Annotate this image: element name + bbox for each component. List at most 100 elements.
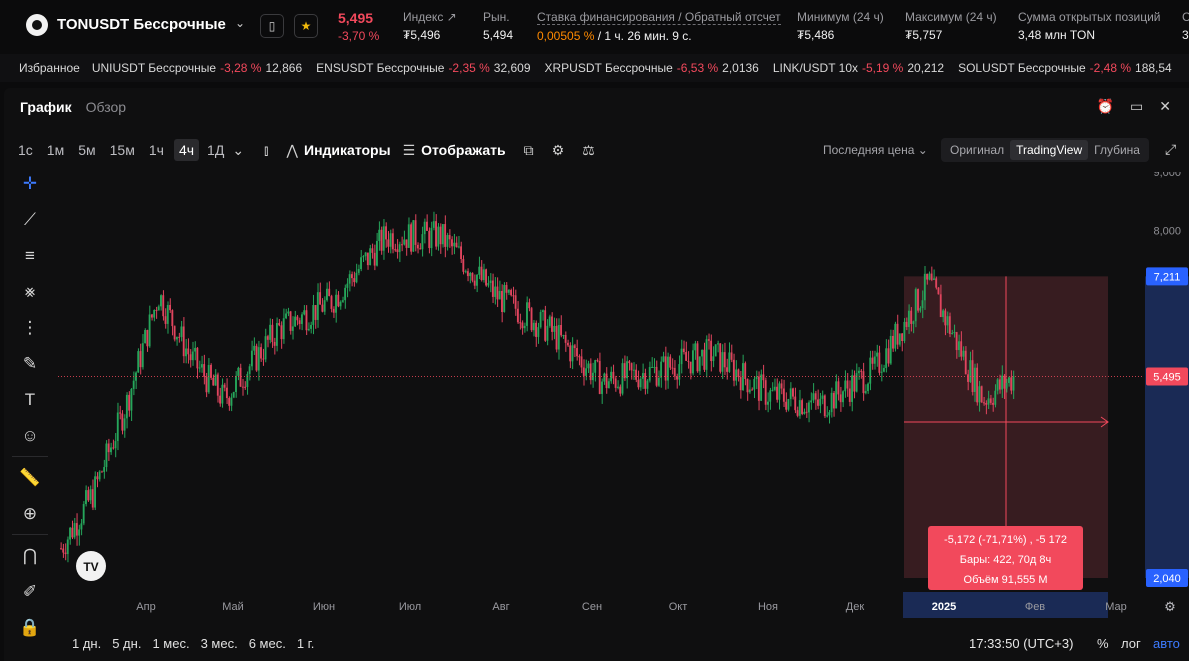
candle-body <box>382 226 385 251</box>
candle-body <box>712 356 715 362</box>
indicators-icon[interactable]: ⋀ <box>287 142 298 159</box>
candle-body <box>735 369 738 381</box>
display-button[interactable]: Отображать <box>421 142 505 158</box>
candle-body <box>521 322 524 329</box>
ticker-item[interactable]: UNIUSDT Бессрочные -3,28 % 12,866 <box>92 61 302 75</box>
candle-body <box>694 343 697 351</box>
last-price-selector[interactable]: Последняя цена ⌄ <box>823 143 928 157</box>
timeframe-option[interactable]: 15м <box>110 142 135 158</box>
timeframe-option[interactable]: 1с <box>18 142 33 158</box>
price-chart[interactable]: 9,0008,0007,0006,0005,0004,0003,0002,000… <box>58 172 1189 618</box>
timeframe-option[interactable]: 1м <box>47 142 64 158</box>
chevron-down-icon[interactable]: ⌄ <box>232 142 244 159</box>
view-original[interactable]: Оригинал <box>944 140 1010 160</box>
timezone-clock[interactable]: 17:33:50 (UTC+3) <box>969 636 1073 651</box>
forecast-icon[interactable]: ⋮ <box>18 316 42 340</box>
candle-body <box>769 390 772 402</box>
timeframe-option[interactable]: 1Д <box>207 142 224 158</box>
candle-body <box>357 269 360 273</box>
ticker-item[interactable]: LINK/USDT 10x -5,19 % 20,212 <box>773 61 944 75</box>
candle-body <box>555 325 558 350</box>
candle-body <box>160 295 162 307</box>
window-icon[interactable]: ▭ <box>1130 98 1143 115</box>
alert-add-icon[interactable]: ⏰ <box>1097 98 1114 115</box>
candle-body <box>962 350 965 357</box>
candle-body <box>478 266 481 275</box>
candle-body <box>312 305 315 325</box>
fullscreen-icon[interactable]: ⤢ <box>1165 141 1176 158</box>
favorites-label[interactable]: Избранное <box>19 61 80 75</box>
range-6m[interactable]: 6 мес. <box>249 636 286 651</box>
y-tick-label: 9,000 <box>1153 172 1181 179</box>
stat-funding[interactable]: Ставка финансирования / Обратный отсчет … <box>537 10 781 43</box>
ticker-item[interactable]: ENSUSDT Бессрочные -2,35 % 32,609 <box>316 61 530 75</box>
candle-body <box>903 321 906 342</box>
timeframe-option[interactable]: 1ч <box>149 142 164 158</box>
symbol-title[interactable]: TONUSDT Бессрочные <box>57 16 226 33</box>
ticker-item[interactable]: SOLUSDT Бессрочные -2,48 % 188,54 <box>958 61 1172 75</box>
tab-chart[interactable]: График <box>20 99 72 115</box>
candle-body <box>350 274 353 279</box>
draw-lock-icon[interactable]: ✐ <box>18 580 42 604</box>
candle-body <box>273 341 276 346</box>
candle-body <box>714 344 717 357</box>
candlestick-chart-svg[interactable]: 9,0008,0007,0006,0005,0004,0003,0002,000… <box>58 172 1189 618</box>
range-5d[interactable]: 5 дн. <box>112 636 141 651</box>
candle-type-icon[interactable]: ⫾ <box>264 142 268 159</box>
candle-body <box>428 230 431 249</box>
candle-body <box>123 418 126 431</box>
display-icon[interactable]: ☰ <box>403 142 416 159</box>
candle-body <box>282 318 285 340</box>
timeframe-option[interactable]: 5м <box>78 142 95 158</box>
candle-body <box>112 447 115 449</box>
candle-body <box>762 374 765 381</box>
candle-body <box>794 396 797 411</box>
chart-bottom-bar: 1 дн. 5 дн. 1 мес. 3 мес. 6 мес. 1 г. 17… <box>4 626 1189 661</box>
brush-icon[interactable]: ✎ <box>18 352 42 376</box>
text-icon[interactable]: T <box>18 388 42 412</box>
range-1y[interactable]: 1 г. <box>297 636 315 651</box>
panel-tabs: График Обзор <box>20 99 126 115</box>
candle-body <box>826 415 828 417</box>
view-depth[interactable]: Глубина <box>1088 140 1146 160</box>
trend-line-icon[interactable]: ⟋ <box>18 208 42 232</box>
auto-toggle[interactable]: авто <box>1153 636 1180 651</box>
range-3m[interactable]: 3 мес. <box>201 636 238 651</box>
candle-body <box>439 226 442 245</box>
timeframe-option-selected[interactable]: 4ч <box>173 139 200 161</box>
zoom-in-icon[interactable]: ⊕ <box>18 502 42 526</box>
view-tradingview[interactable]: TradingView <box>1010 140 1089 160</box>
settings-gear-icon[interactable]: ⚙ <box>552 142 565 159</box>
candle-body <box>239 367 242 387</box>
book-icon[interactable]: ▯ <box>260 14 284 38</box>
crosshair-icon[interactable]: ✛ <box>18 172 42 196</box>
stat-market: Рын. 5,494 <box>483 10 514 42</box>
candle-body <box>173 326 176 340</box>
percent-toggle[interactable]: % <box>1097 636 1109 651</box>
ticker-item[interactable]: XRPUSDT Бессрочные -6,53 % 2,0136 <box>545 61 759 75</box>
template-icon[interactable]: ⧉ <box>524 142 534 159</box>
chevron-down-icon[interactable]: ⌄ <box>235 16 245 30</box>
log-toggle[interactable]: лог <box>1121 636 1141 651</box>
tab-overview[interactable]: Обзор <box>86 99 126 115</box>
range-1m[interactable]: 1 мес. <box>152 636 189 651</box>
close-icon[interactable]: ✕ <box>1159 98 1171 115</box>
candle-body <box>512 295 515 297</box>
stat-index[interactable]: Индекс ↗ ₮5,496 <box>403 10 457 42</box>
scale-icon[interactable]: ⚖ <box>582 142 595 159</box>
pattern-icon[interactable]: ⨳ <box>18 280 42 304</box>
candle-body <box>751 389 753 391</box>
emoji-icon[interactable]: ☺ <box>18 424 42 448</box>
candle-body <box>91 489 94 508</box>
x-tick-label: Дек <box>846 601 865 613</box>
magnet-icon[interactable]: ⋂ <box>18 544 42 568</box>
x-tick-label: Июл <box>399 601 421 613</box>
candle-body <box>285 313 287 319</box>
fib-lines-icon[interactable]: ≡ <box>18 244 42 268</box>
candle-body <box>928 273 931 280</box>
candle-body <box>721 352 724 372</box>
indicators-button[interactable]: Индикаторы <box>304 142 391 158</box>
ruler-icon[interactable]: 📏 <box>18 466 42 490</box>
star-icon[interactable]: ★ <box>294 14 318 38</box>
range-1d[interactable]: 1 дн. <box>72 636 101 651</box>
